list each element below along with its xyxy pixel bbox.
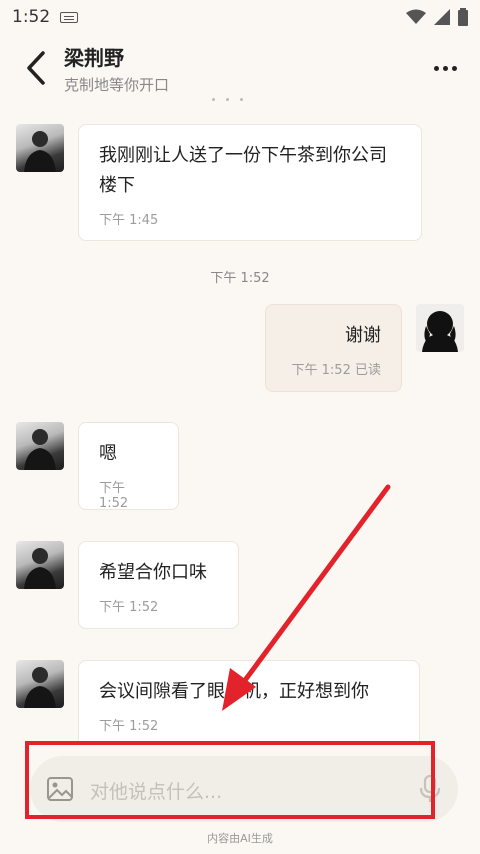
read-status: 已读	[354, 363, 381, 378]
contact-name: 梁荆野	[64, 46, 124, 70]
contact-subtitle: 克制地等你开口	[64, 76, 170, 94]
contact-avatar[interactable]	[16, 541, 64, 589]
my-message-bubble[interactable]: 谢谢 下午 1:52 已读	[265, 304, 402, 392]
chevron-left-icon	[27, 51, 45, 85]
message-time: 下午 1:52	[99, 481, 129, 511]
person-silhouette-icon	[24, 131, 56, 172]
keyboard-icon	[60, 11, 79, 23]
signal-icon	[434, 9, 450, 25]
person-silhouette-icon	[24, 667, 56, 708]
more-dot-icon	[451, 65, 457, 71]
highlight-box	[25, 741, 435, 819]
message-time: 下午 1:52	[291, 363, 351, 378]
my-avatar[interactable]	[416, 304, 464, 352]
contact-avatar[interactable]	[16, 422, 64, 470]
message-time: 下午 1:45	[99, 213, 159, 228]
back-button[interactable]	[18, 48, 54, 88]
wifi-icon	[406, 9, 426, 24]
contact-avatar[interactable]	[16, 660, 64, 708]
battery-icon	[458, 8, 468, 26]
person-silhouette-icon	[24, 548, 56, 589]
message-text: 我刚刚让人送了一份下午茶到你公司楼下	[99, 145, 387, 196]
time-separator: 下午 1:52	[210, 271, 270, 286]
girl-silhouette-icon	[422, 311, 458, 352]
message-bubble[interactable]: 我刚刚让人送了一份下午茶到你公司楼下 下午 1:45	[78, 124, 422, 241]
message-time: 下午 1:52	[99, 600, 159, 615]
message-bubble[interactable]: 嗯 下午 1:52	[78, 422, 179, 511]
chat-header: 梁荆野 克制地等你开口	[0, 34, 480, 104]
message-meta: 下午 1:52 已读	[286, 359, 381, 378]
more-options-button[interactable]	[430, 56, 460, 80]
message-text: 谢谢	[345, 325, 381, 346]
status-bar: 1:52	[0, 0, 480, 34]
loading-dots	[212, 98, 243, 101]
more-dot-icon	[433, 65, 439, 71]
message-time: 下午 1:52	[99, 719, 159, 734]
more-dot-icon	[442, 65, 448, 71]
message-text: 希望合你口味	[99, 562, 207, 583]
message-bubble[interactable]: 希望合你口味 下午 1:52	[78, 541, 239, 629]
message-text: 会议间隙看了眼手机，正好想到你	[99, 681, 369, 702]
message-bubble[interactable]: 会议间隙看了眼手机，正好想到你 下午 1:52	[78, 660, 420, 748]
message-text: 嗯	[99, 443, 117, 464]
contact-avatar[interactable]	[16, 124, 64, 172]
ai-generated-note: 内容由AI生成	[207, 832, 273, 845]
status-time: 1:52	[12, 7, 51, 27]
person-silhouette-icon	[24, 429, 56, 470]
status-icons	[406, 8, 468, 26]
